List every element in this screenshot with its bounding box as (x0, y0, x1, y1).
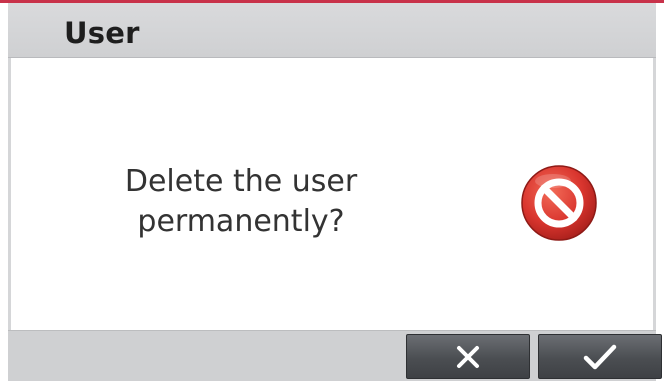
checkmark-icon (583, 343, 617, 371)
no-entry-icon (519, 163, 599, 243)
confirmation-message: Delete the user permanently? (71, 162, 411, 242)
cancel-button[interactable] (406, 334, 530, 379)
title-bar: User (8, 3, 656, 58)
dialog-content: Delete the user permanently? (11, 58, 653, 330)
confirm-button[interactable] (538, 334, 662, 379)
dialog: User Delete the user permanently? (8, 3, 662, 381)
message-line-1: Delete the user (124, 164, 358, 199)
dialog-title: User (64, 16, 140, 50)
close-icon (455, 344, 481, 370)
message-line-2: permanently? (137, 204, 345, 239)
button-bar (8, 330, 662, 381)
